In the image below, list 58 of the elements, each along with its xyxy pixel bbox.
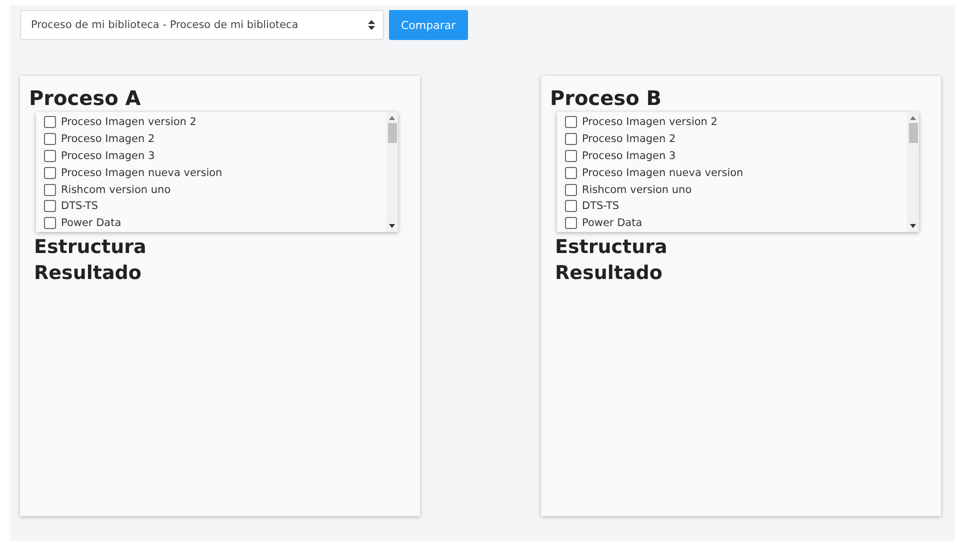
process-option[interactable]: Proceso Imagen 2 <box>565 130 907 148</box>
process-option[interactable]: Proceso Imagen version 2 <box>565 114 907 131</box>
option-label: DTS-TS <box>61 200 98 212</box>
scrollbar[interactable] <box>386 112 398 232</box>
process-option[interactable]: Rishcom version uno <box>44 181 386 198</box>
checkbox[interactable] <box>565 166 577 179</box>
process-option[interactable]: Proceso Imagen version 2 <box>44 114 386 131</box>
section-heading: Estructura <box>555 236 668 258</box>
option-label: Proceso Imagen version 2 <box>582 116 718 128</box>
option-label: Proceso Imagen nueva version <box>61 166 222 179</box>
checkbox[interactable] <box>44 166 56 179</box>
scrollbar-thumb[interactable] <box>908 123 918 143</box>
checkbox[interactable] <box>565 200 577 212</box>
checkbox[interactable] <box>44 133 56 146</box>
process-option[interactable]: Proceso Imagen 3 <box>565 148 907 164</box>
process-option[interactable]: Proceso Imagen nueva version <box>44 164 386 182</box>
process-option[interactable]: DTS-TS <box>565 198 907 215</box>
option-label: Rishcom version uno <box>61 184 171 196</box>
section-heading: Resultado <box>34 262 142 284</box>
checkbox[interactable] <box>44 150 56 162</box>
scroll-up-icon[interactable] <box>389 116 395 120</box>
process-option[interactable]: Proceso Imagen 2 <box>44 130 386 148</box>
section-heading: Estructura <box>34 236 148 258</box>
process-option[interactable]: Proceso Imagen 3 <box>44 148 386 164</box>
option-label: Proceso Imagen 2 <box>582 133 676 146</box>
option-label: Power Data <box>61 217 122 230</box>
scroll-down-icon[interactable] <box>910 224 916 228</box>
option-label: DTS-TS <box>582 200 620 212</box>
checkbox[interactable] <box>565 116 577 128</box>
panel-title: Proceso A <box>29 86 142 110</box>
option-label: Rishcom version uno <box>582 184 692 196</box>
option-label: Proceso Imagen version 2 <box>61 116 196 128</box>
section-heading: Resultado <box>555 262 664 284</box>
panel-title: Proceso B <box>550 86 663 110</box>
scroll-up-icon[interactable] <box>910 116 916 120</box>
option-label: Proceso Imagen 3 <box>582 150 676 162</box>
checkbox[interactable] <box>565 150 577 162</box>
option-label: Proceso Imagen 3 <box>61 150 155 162</box>
scrollbar-thumb[interactable] <box>388 123 396 143</box>
sort-icon <box>368 20 375 30</box>
process-select[interactable]: Proceso de mi biblioteca - Proceso de mi biblioteca <box>20 10 384 40</box>
checkbox[interactable] <box>44 217 56 230</box>
process-option[interactable]: DTS-TS <box>44 198 386 215</box>
scroll-down-icon[interactable] <box>389 224 395 228</box>
scrollbar[interactable] <box>907 112 919 232</box>
checkbox[interactable] <box>565 217 577 230</box>
process-option[interactable]: Power Data <box>565 214 907 232</box>
option-label: Proceso Imagen nueva version <box>582 166 744 179</box>
checkbox[interactable] <box>565 133 577 146</box>
checkbox[interactable] <box>44 116 56 128</box>
process-option[interactable]: Rishcom version uno <box>565 181 907 198</box>
option-label: Proceso Imagen 2 <box>61 133 155 146</box>
checkbox[interactable] <box>44 200 56 212</box>
checkbox[interactable] <box>44 184 56 196</box>
process-option[interactable]: Proceso Imagen nueva version <box>565 164 907 182</box>
checkbox[interactable] <box>565 184 577 196</box>
option-label: Power Data <box>582 217 642 230</box>
process-option[interactable]: Power Data <box>44 214 386 232</box>
